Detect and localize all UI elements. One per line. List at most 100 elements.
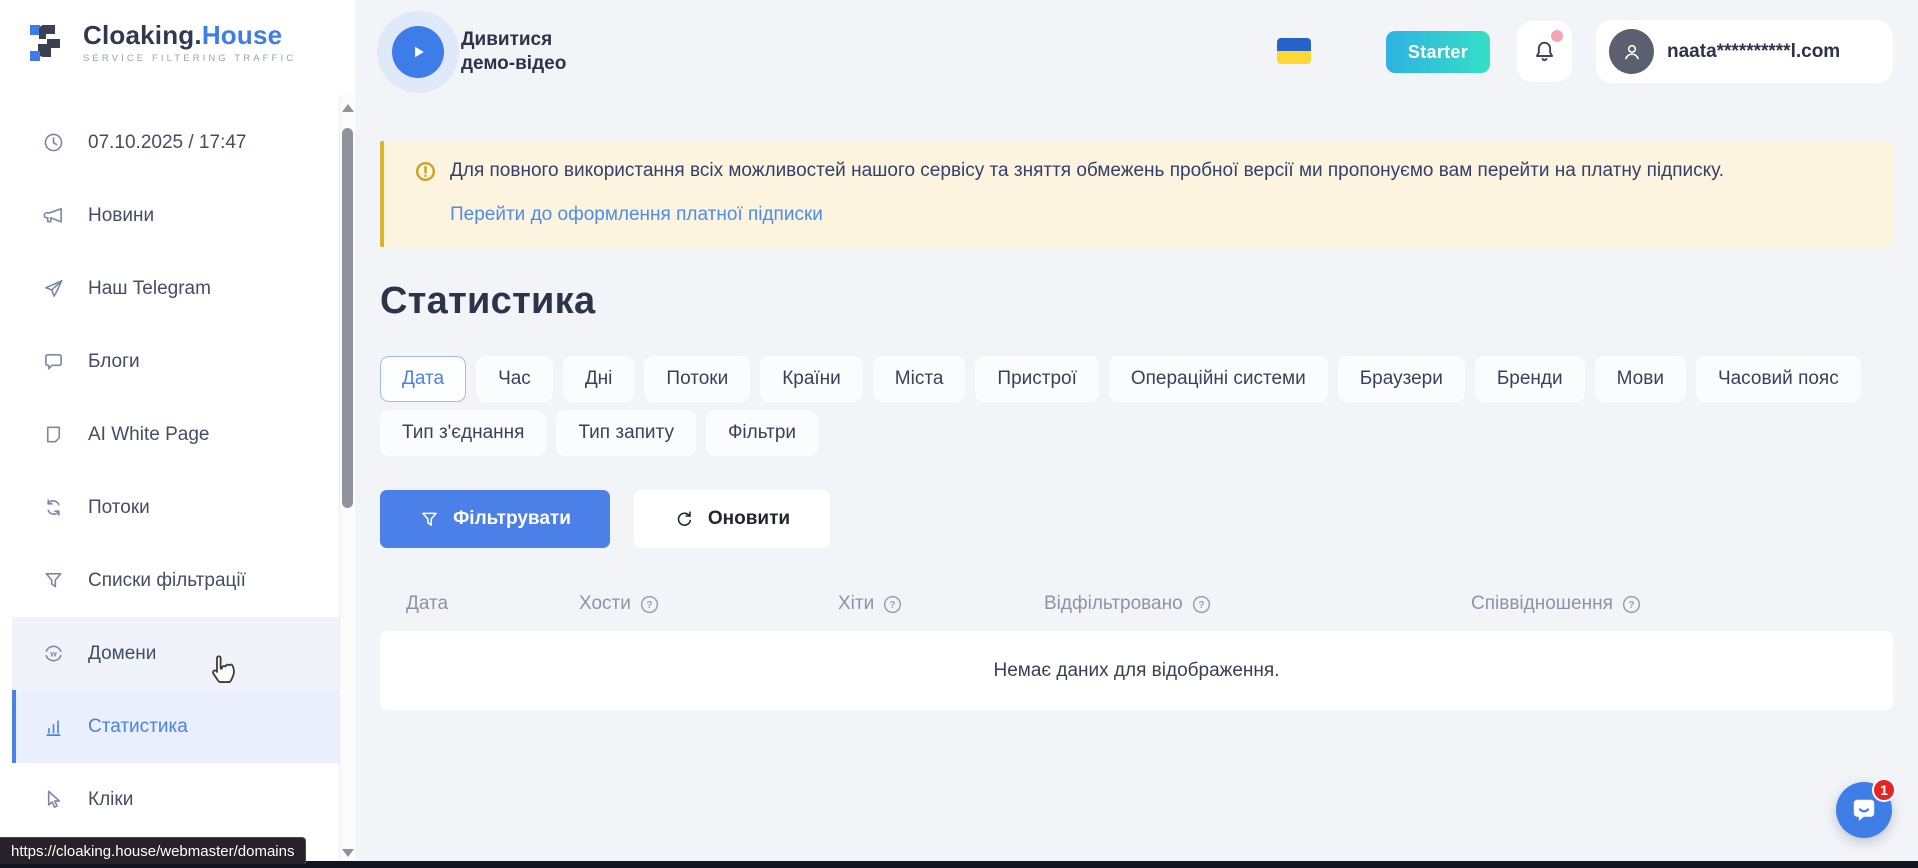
stats-tab[interactable]: Операційні системи xyxy=(1109,356,1328,402)
sidebar-item-telegram[interactable]: Наш Telegram xyxy=(12,252,340,325)
stats-tab[interactable]: Тип з'єднання xyxy=(380,410,546,456)
sidebar-item-label: Списки фільтрації xyxy=(88,570,246,592)
main-content: Для повного використання всіх можливосте… xyxy=(355,105,1918,868)
stats-tabs: ДатаЧасДніПотокиКраїниМістаПристроїОпера… xyxy=(380,356,1893,456)
demo-video-label[interactable]: Дивитися демо-відео xyxy=(461,28,566,76)
refresh-button[interactable]: Оновити xyxy=(634,490,830,548)
globe-w-icon: w xyxy=(42,642,65,665)
help-icon[interactable]: ? xyxy=(1191,594,1212,615)
sidebar-item-news[interactable]: Новини xyxy=(12,179,340,252)
action-row: Фільтрувати Оновити xyxy=(380,490,1893,548)
sidebar-scrollbar[interactable] xyxy=(339,95,354,868)
sidebar-item-filter-lists[interactable]: Списки фільтрації xyxy=(12,544,340,617)
bell-icon xyxy=(1531,38,1558,65)
topbar: Дивитися демо-відео Starter naata*******… xyxy=(355,0,1918,105)
megaphone-icon xyxy=(42,204,65,227)
scrollbar-thumb[interactable] xyxy=(342,128,353,508)
scroll-down-arrow[interactable] xyxy=(341,848,354,858)
svg-text:?: ? xyxy=(646,600,652,611)
help-icon[interactable]: ? xyxy=(639,594,660,615)
svg-text:?: ? xyxy=(890,600,896,611)
sidebar-item-blogs[interactable]: Блоги xyxy=(12,325,340,398)
stats-tab[interactable]: Міста xyxy=(873,356,966,402)
brand-logo-icon xyxy=(26,20,72,66)
stats-tab[interactable]: Пристрої xyxy=(975,356,1098,402)
page-icon xyxy=(42,423,65,446)
svg-text:w: w xyxy=(49,650,57,659)
sidebar-item-statistics[interactable]: Статистика xyxy=(12,690,340,763)
empty-message: Немає даних для відображення. xyxy=(994,660,1280,682)
stats-tab[interactable]: Мови xyxy=(1595,356,1686,402)
stats-tab-row: Тип з'єднанняТип запитуФільтри xyxy=(380,410,1893,456)
table-column-header: Відфільтровано? xyxy=(1044,593,1471,615)
link-preview-statusbar: https://cloaking.house/webmaster/domains xyxy=(0,837,306,864)
svg-text:?: ? xyxy=(1628,600,1634,611)
plan-starter-button[interactable]: Starter xyxy=(1386,31,1490,73)
help-icon[interactable]: ? xyxy=(882,594,903,615)
scroll-up-arrow[interactable] xyxy=(341,103,354,113)
help-icon[interactable]: ? xyxy=(1621,594,1642,615)
brand-logo[interactable]: Cloaking.House SERVICE FILTERING TRAFFIC xyxy=(0,0,355,66)
play-icon xyxy=(392,26,444,78)
stats-tab[interactable]: Час xyxy=(476,356,553,402)
cursor-arrow-icon xyxy=(42,788,65,811)
sidebar-item-label: Новини xyxy=(88,205,154,227)
stats-tab[interactable]: Браузери xyxy=(1338,356,1465,402)
warning-icon xyxy=(414,160,437,183)
brand-name: Cloaking.House xyxy=(83,22,296,48)
sidebar-item-label: Кліки xyxy=(88,789,133,811)
demo-video-button[interactable] xyxy=(377,11,459,93)
account-email: naata**********l.com xyxy=(1667,41,1840,63)
person-icon xyxy=(1620,40,1644,64)
sidebar-item-datetime: 07.10.2025 / 17:47 xyxy=(12,106,340,179)
stats-table-header: ДатаХости?Хіти?Відфільтровано?Співвіднош… xyxy=(380,593,1893,615)
sidebar-item-label: Потоки xyxy=(88,497,150,519)
filter-button[interactable]: Фільтрувати xyxy=(380,490,610,548)
avatar xyxy=(1609,29,1654,74)
sidebar-item-clicks[interactable]: Кліки xyxy=(12,763,340,836)
refresh-icon xyxy=(674,509,695,530)
table-column-header: Дата xyxy=(406,593,579,615)
trial-warning-banner: Для повного використання всіх можливосте… xyxy=(380,141,1893,247)
stats-tab[interactable]: Бренди xyxy=(1475,356,1585,402)
paper-plane-icon xyxy=(42,277,65,300)
sidebar-item-ai-white-page[interactable]: AI White Page xyxy=(12,398,340,471)
svg-text:?: ? xyxy=(1198,600,1204,611)
sidebar-item-domains[interactable]: w Домени xyxy=(12,617,340,690)
sync-icon xyxy=(42,496,65,519)
table-column-header: Хости? xyxy=(579,593,838,615)
empty-state: Немає даних для відображення. xyxy=(380,631,1893,710)
sidebar-item-streams[interactable]: Потоки xyxy=(12,471,340,544)
subscribe-link[interactable]: Перейти до оформлення платної підписки xyxy=(450,204,823,226)
stats-tab[interactable]: Часовий пояс xyxy=(1696,356,1861,402)
stats-tab[interactable]: Потоки xyxy=(644,356,750,402)
sidebar-item-label: Блоги xyxy=(88,351,140,373)
chat-widget-button[interactable]: 1 xyxy=(1836,782,1892,838)
sidebar-item-label: Наш Telegram xyxy=(88,278,211,300)
stats-tab[interactable]: Дні xyxy=(563,356,635,402)
sidebar-item-label: Домени xyxy=(88,643,156,665)
language-flag-ukraine[interactable] xyxy=(1277,38,1311,64)
app-root: Cloaking.House SERVICE FILTERING TRAFFIC… xyxy=(0,0,1918,868)
funnel-icon xyxy=(419,509,440,530)
account-menu[interactable]: naata**********l.com xyxy=(1596,20,1893,83)
sidebar-nav: 07.10.2025 / 17:47 Новини Наш Telegram Блог… xyxy=(0,106,340,836)
sidebar-item-label: Статистика xyxy=(88,716,188,738)
stats-tab[interactable]: Дата xyxy=(380,356,466,402)
brand-tagline: SERVICE FILTERING TRAFFIC xyxy=(83,53,296,64)
table-column-header: Хіти? xyxy=(838,593,1044,615)
clock-icon xyxy=(42,131,65,154)
table-column-header: Співвідношення? xyxy=(1471,593,1642,615)
page-title: Статистика xyxy=(380,280,1893,323)
sidebar-item-label: 07.10.2025 / 17:47 xyxy=(88,132,246,154)
stats-tab-row: ДатаЧасДніПотокиКраїниМістаПристроїОпера… xyxy=(380,356,1893,402)
stats-tab[interactable]: Країни xyxy=(760,356,863,402)
stats-tab[interactable]: Фільтри xyxy=(706,410,818,456)
bar-chart-icon xyxy=(42,715,65,738)
funnel-icon xyxy=(42,569,65,592)
notifications-button[interactable] xyxy=(1517,21,1572,82)
chat-bubble-icon xyxy=(42,350,65,373)
stats-tab[interactable]: Тип запиту xyxy=(556,410,696,456)
sidebar: Cloaking.House SERVICE FILTERING TRAFFIC… xyxy=(0,0,355,868)
sidebar-item-label: AI White Page xyxy=(88,424,209,446)
